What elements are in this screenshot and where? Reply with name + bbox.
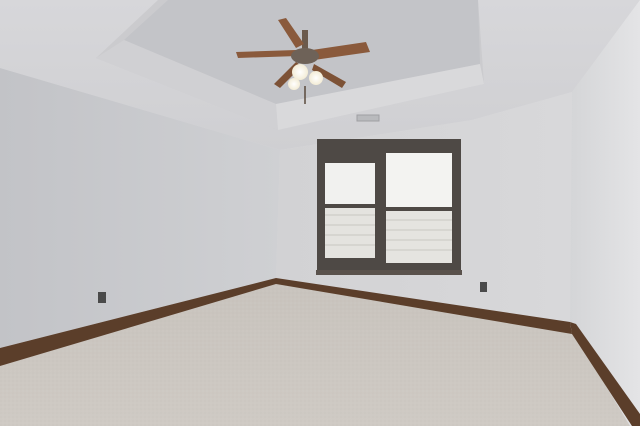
bedroom-photo	[0, 0, 640, 426]
room-illustration	[0, 0, 640, 426]
air-vent-icon	[356, 114, 380, 122]
electrical-outlet-icon	[480, 282, 487, 292]
double-window	[316, 139, 462, 275]
electrical-outlet-icon	[98, 292, 106, 303]
